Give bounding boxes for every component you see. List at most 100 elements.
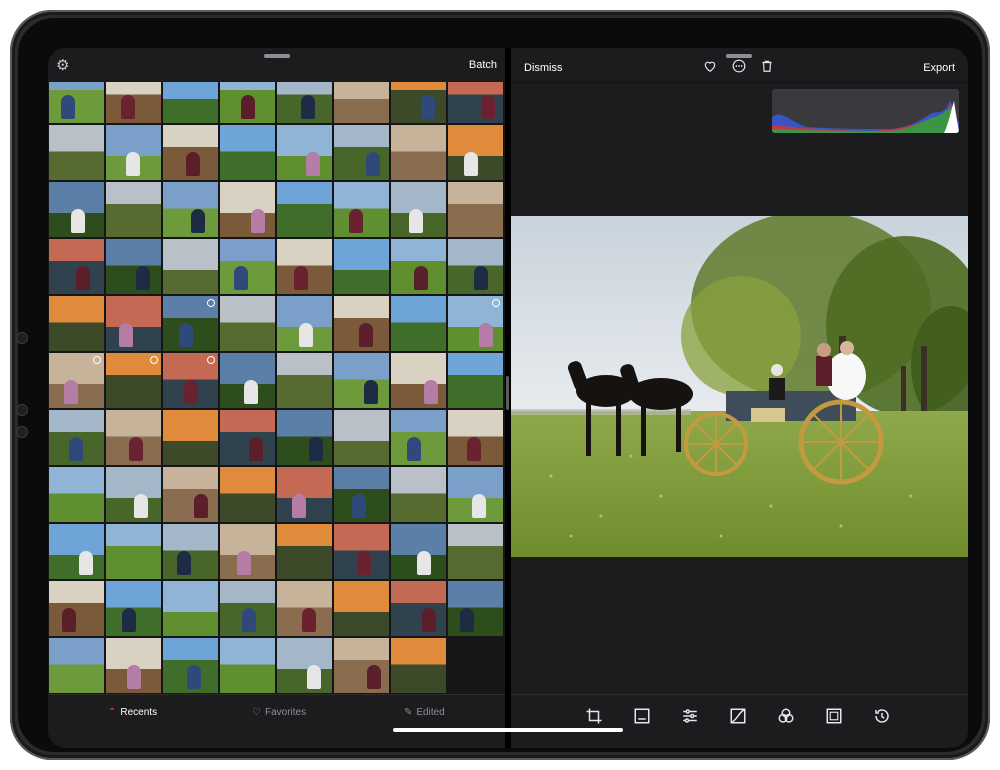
photo-thumbnail[interactable] bbox=[220, 353, 275, 408]
photo-thumbnail[interactable] bbox=[49, 182, 104, 237]
photo-thumbnail[interactable] bbox=[391, 467, 446, 522]
photo-thumbnail[interactable] bbox=[106, 353, 161, 408]
filters-icon[interactable] bbox=[633, 707, 651, 725]
photo-thumbnail[interactable] bbox=[448, 581, 503, 636]
photo-thumbnail[interactable] bbox=[49, 467, 104, 522]
photo-thumbnail[interactable] bbox=[277, 638, 332, 693]
tab-edited[interactable]: ✎ Edited bbox=[404, 707, 445, 718]
photo-thumbnail[interactable] bbox=[106, 296, 161, 351]
photo-thumbnail[interactable] bbox=[277, 182, 332, 237]
photo-thumbnail[interactable] bbox=[163, 239, 218, 294]
history-icon[interactable] bbox=[873, 707, 891, 725]
photo-thumbnail[interactable] bbox=[391, 239, 446, 294]
photo-thumbnail[interactable] bbox=[220, 82, 275, 123]
photo-thumbnail[interactable] bbox=[391, 638, 446, 693]
photo-thumbnail[interactable] bbox=[277, 524, 332, 579]
photo-thumbnail[interactable] bbox=[334, 467, 389, 522]
photo-thumbnail[interactable] bbox=[391, 125, 446, 180]
dismiss-button[interactable]: Dismiss bbox=[524, 62, 563, 74]
photo-thumbnail[interactable] bbox=[334, 82, 389, 123]
photo-thumbnail[interactable] bbox=[163, 524, 218, 579]
photo-thumbnail[interactable] bbox=[49, 296, 104, 351]
photo-thumbnail[interactable] bbox=[163, 353, 218, 408]
photo-thumbnail[interactable] bbox=[49, 410, 104, 465]
photo-thumbnail[interactable] bbox=[220, 524, 275, 579]
photo-thumbnail[interactable] bbox=[334, 524, 389, 579]
photo-thumbnail[interactable] bbox=[106, 638, 161, 693]
photo-thumbnail[interactable] bbox=[106, 410, 161, 465]
photo-thumbnail[interactable] bbox=[391, 581, 446, 636]
photo-thumbnail[interactable] bbox=[448, 524, 503, 579]
photo-thumbnail[interactable] bbox=[448, 125, 503, 180]
photo-thumbnail[interactable] bbox=[106, 467, 161, 522]
photo-thumbnail[interactable] bbox=[106, 524, 161, 579]
color-icon[interactable] bbox=[777, 707, 795, 725]
photo-thumbnail[interactable] bbox=[220, 638, 275, 693]
photo-thumbnail[interactable] bbox=[277, 82, 332, 123]
photo-thumbnail[interactable] bbox=[163, 467, 218, 522]
photo-thumbnail[interactable] bbox=[220, 296, 275, 351]
home-indicator[interactable] bbox=[393, 728, 623, 732]
photo-thumbnail[interactable] bbox=[220, 239, 275, 294]
photo-thumbnail[interactable] bbox=[163, 581, 218, 636]
photo-thumbnail[interactable] bbox=[391, 182, 446, 237]
photo-thumbnail[interactable] bbox=[334, 125, 389, 180]
photo-thumbnail[interactable] bbox=[163, 125, 218, 180]
photo-thumbnail[interactable] bbox=[220, 125, 275, 180]
photo-thumbnail[interactable] bbox=[391, 353, 446, 408]
batch-button[interactable]: Batch bbox=[469, 59, 497, 71]
frame-icon[interactable] bbox=[825, 707, 843, 725]
photo-thumbnail[interactable] bbox=[163, 296, 218, 351]
photo-thumbnail[interactable] bbox=[448, 296, 503, 351]
photo-thumbnail[interactable] bbox=[334, 410, 389, 465]
photo-thumbnail[interactable] bbox=[391, 296, 446, 351]
split-divider-handle[interactable] bbox=[506, 376, 509, 410]
photo-thumbnail[interactable] bbox=[49, 82, 104, 123]
crop-icon[interactable] bbox=[585, 707, 603, 725]
photo-thumbnail[interactable] bbox=[163, 410, 218, 465]
photo-thumbnail[interactable] bbox=[391, 524, 446, 579]
photo-thumbnail[interactable] bbox=[49, 638, 104, 693]
photo-thumbnail[interactable] bbox=[106, 239, 161, 294]
photo-thumbnail[interactable] bbox=[334, 638, 389, 693]
photo-thumbnail[interactable] bbox=[49, 581, 104, 636]
photo-thumbnail[interactable] bbox=[163, 638, 218, 693]
tab-favorites[interactable]: ♡ Favorites bbox=[252, 707, 306, 718]
photo-thumbnail[interactable] bbox=[448, 353, 503, 408]
heart-icon[interactable] bbox=[702, 59, 718, 75]
photo-thumbnail[interactable] bbox=[277, 125, 332, 180]
photo-thumbnail[interactable] bbox=[277, 581, 332, 636]
photo-thumbnail[interactable] bbox=[49, 524, 104, 579]
photo-thumbnail[interactable] bbox=[334, 296, 389, 351]
photo-thumbnail[interactable] bbox=[220, 182, 275, 237]
pane-grabber[interactable] bbox=[264, 54, 290, 58]
photo-thumbnail[interactable] bbox=[220, 467, 275, 522]
photo-thumbnail[interactable] bbox=[448, 467, 503, 522]
photo-thumbnail[interactable] bbox=[49, 125, 104, 180]
trash-icon[interactable] bbox=[759, 59, 775, 75]
more-icon[interactable] bbox=[731, 59, 747, 75]
photo-thumbnail[interactable] bbox=[448, 410, 503, 465]
photo-thumbnail[interactable] bbox=[106, 581, 161, 636]
curves-icon[interactable] bbox=[729, 707, 747, 725]
photo-thumbnail[interactable] bbox=[448, 182, 503, 237]
photo-thumbnail[interactable] bbox=[334, 182, 389, 237]
adjust-icon[interactable] bbox=[681, 707, 699, 725]
photo-thumbnail[interactable] bbox=[220, 581, 275, 636]
pane-grabber[interactable] bbox=[726, 54, 752, 58]
photo-thumbnail[interactable] bbox=[163, 182, 218, 237]
photo-thumbnail[interactable] bbox=[106, 182, 161, 237]
photo-thumbnail[interactable] bbox=[106, 125, 161, 180]
photo-thumbnail[interactable] bbox=[334, 353, 389, 408]
export-button[interactable]: Export bbox=[923, 62, 955, 74]
photo-thumbnail[interactable] bbox=[49, 353, 104, 408]
photo-thumbnail[interactable] bbox=[220, 410, 275, 465]
photo-thumbnail[interactable] bbox=[448, 82, 503, 123]
edited-photo-carriage[interactable] bbox=[511, 216, 968, 557]
photo-thumbnail[interactable] bbox=[277, 239, 332, 294]
photo-thumbnail[interactable] bbox=[277, 353, 332, 408]
gear-icon[interactable]: ⚙ bbox=[56, 58, 69, 73]
photo-thumbnail[interactable] bbox=[277, 467, 332, 522]
photo-thumbnail[interactable] bbox=[163, 82, 218, 123]
photo-thumbnail[interactable] bbox=[391, 410, 446, 465]
